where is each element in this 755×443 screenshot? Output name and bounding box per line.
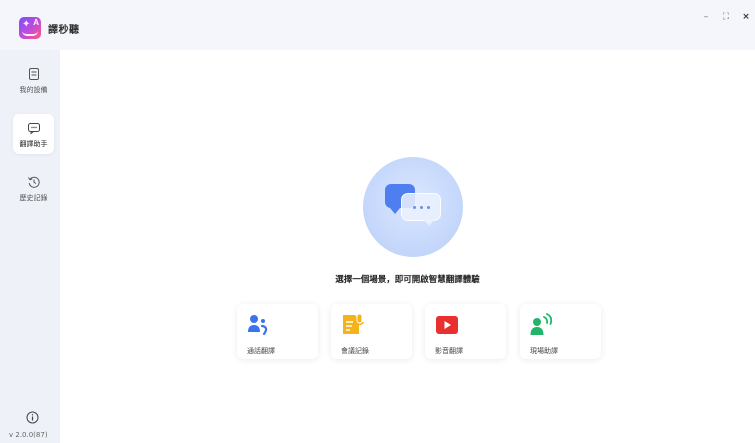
call-translate-icon <box>248 315 268 336</box>
scene-hint-text: 選擇一個場景，即可開啟智慧翻譯體驗 <box>335 275 480 285</box>
sidebar-item-translation-assistant[interactable]: 翻譯助手 <box>13 114 54 154</box>
device-icon <box>28 68 39 80</box>
maximize-button[interactable]: ⛶ <box>720 12 732 22</box>
sidebar: 我的設備 翻譯助手 歷史記錄 v 2.0.0(87) <box>0 50 60 443</box>
version-label: v 2.0.0(87) <box>9 431 48 439</box>
close-button[interactable]: × <box>740 12 752 22</box>
chat-bubble-icon <box>27 123 40 135</box>
hero-translate-illustration-icon <box>363 157 463 257</box>
app-title: 譯秒聽 <box>48 25 80 36</box>
info-icon[interactable] <box>26 411 39 424</box>
card-label: 會議記錄 <box>341 347 369 355</box>
meeting-record-icon <box>343 313 365 334</box>
title-bar: ✦ A 譯秒聽 – ⛶ × <box>0 0 755 50</box>
card-label: 現場助譯 <box>530 347 558 355</box>
video-play-icon <box>436 316 458 334</box>
card-call-translate[interactable]: 通話翻譯 <box>237 304 318 359</box>
card-live-assist[interactable]: 現場助譯 <box>520 304 601 359</box>
sidebar-item-label: 歷史記錄 <box>19 194 48 202</box>
card-meeting-record[interactable]: 會議記錄 <box>331 304 412 359</box>
app-logo-icon: ✦ A <box>19 17 41 39</box>
card-label: 影音翻譯 <box>435 347 463 355</box>
history-icon <box>27 176 40 188</box>
sidebar-item-label: 翻譯助手 <box>19 140 48 148</box>
minimize-button[interactable]: – <box>700 12 712 22</box>
sidebar-item-my-devices[interactable]: 我的設備 <box>13 60 54 100</box>
card-video-translate[interactable]: 影音翻譯 <box>425 304 506 359</box>
live-speaker-icon <box>530 313 553 335</box>
sidebar-item-label: 我的設備 <box>19 86 48 94</box>
card-label: 通話翻譯 <box>247 347 275 355</box>
sidebar-item-history[interactable]: 歷史記錄 <box>13 168 54 208</box>
main-panel: 選擇一個場景，即可開啟智慧翻譯體驗 通話翻譯 會議記錄 影音翻譯 現場助譯 <box>60 50 755 443</box>
